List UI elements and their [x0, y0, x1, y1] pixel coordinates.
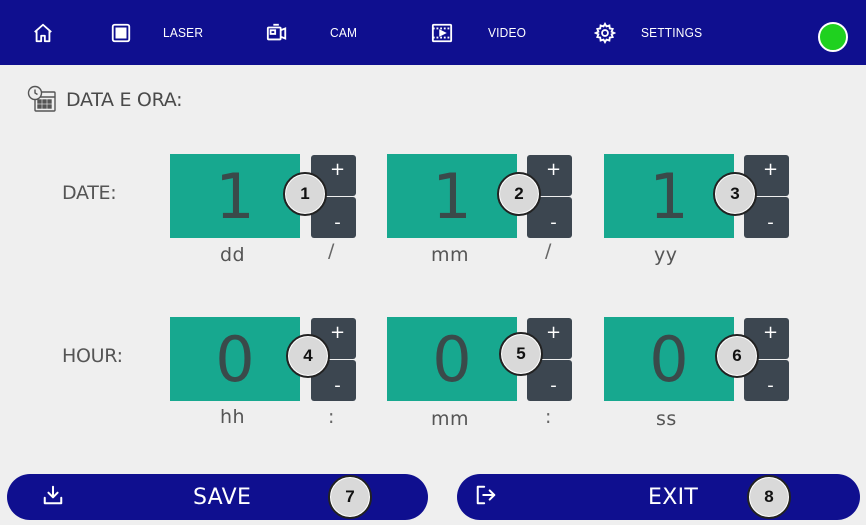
hour-label: HOUR:	[62, 345, 123, 367]
nav-laser[interactable]: LASER	[163, 0, 203, 65]
seconds-unit-label: ss	[656, 408, 677, 430]
calendar-clock-icon	[27, 85, 56, 112]
home-button[interactable]	[32, 0, 54, 65]
nav-video[interactable]: VIDEO	[488, 0, 526, 65]
settings-button[interactable]	[594, 0, 616, 65]
exit-icon	[476, 485, 496, 505]
minutes-value: 0	[387, 317, 517, 401]
grid-button[interactable]	[110, 0, 132, 65]
callout-badge: 8	[747, 475, 791, 519]
day-value: 1	[170, 154, 300, 238]
exit-label: EXIT	[648, 484, 699, 510]
status-indicator	[818, 22, 848, 52]
video-icon	[431, 23, 453, 42]
callout-badge: 5	[499, 332, 543, 376]
save-label: SAVE	[193, 484, 252, 510]
time-separator: :	[545, 406, 552, 428]
home-icon	[34, 23, 52, 42]
date-separator: /	[328, 240, 335, 262]
hours-unit-label: hh	[220, 406, 246, 428]
callout-badge: 4	[286, 334, 330, 378]
save-button[interactable]: SAVE 7	[7, 474, 428, 520]
top-navigation-bar: LASER CAM VIDEO SETTINGS	[0, 0, 866, 65]
date-label: DATE:	[62, 182, 117, 204]
callout-badge: 1	[283, 172, 327, 216]
gear-icon	[594, 21, 616, 44]
grid-icon	[111, 23, 131, 42]
exit-button[interactable]: EXIT 8	[457, 474, 860, 520]
callout-badge: 3	[713, 172, 757, 216]
callout-badge: 7	[328, 475, 372, 519]
day-unit-label: dd	[220, 244, 246, 266]
minutes-unit-label: mm	[431, 408, 470, 430]
cam-icon	[266, 23, 287, 40]
download-icon	[43, 485, 63, 505]
hours-value: 0	[170, 317, 300, 401]
date-separator: /	[545, 240, 552, 262]
cam-button[interactable]	[266, 0, 288, 65]
video-button[interactable]	[431, 0, 453, 65]
callout-badge: 6	[715, 334, 759, 378]
callout-badge: 2	[497, 172, 541, 216]
section-title: DATA E ORA:	[66, 89, 183, 111]
year-unit-label: yy	[654, 244, 678, 266]
month-unit-label: mm	[431, 244, 470, 266]
time-separator: :	[328, 406, 335, 428]
nav-settings[interactable]: SETTINGS	[641, 0, 702, 65]
nav-cam[interactable]: CAM	[330, 0, 357, 65]
